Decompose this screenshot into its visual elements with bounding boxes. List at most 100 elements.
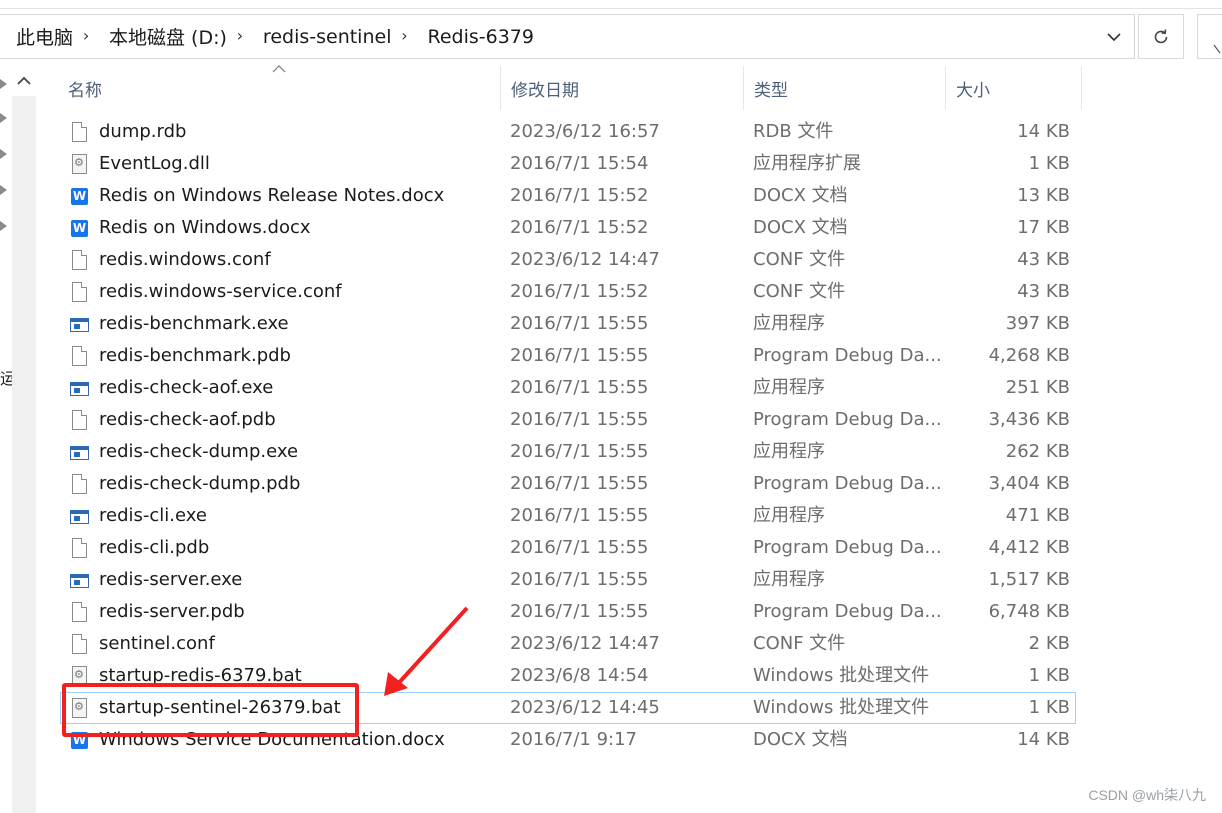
file-row[interactable]: W Redis on Windows.docx 2016/7/1 15:52 DOCX…	[60, 212, 1076, 244]
file-type: Windows 批处理文件	[753, 665, 930, 686]
file-name: redis.windows-service.conf	[99, 281, 342, 302]
file-name: redis-cli.pdb	[99, 537, 210, 558]
file-date: 2016/7/1 15:55	[510, 601, 649, 622]
sort-ascending-icon	[272, 65, 286, 73]
expand-arrow-icon[interactable]	[0, 221, 8, 231]
file-name: Redis on Windows.docx	[99, 217, 311, 238]
file-type: 应用程序	[753, 505, 825, 526]
file-type: CONF 文件	[753, 633, 846, 654]
file-size: 4,412 KB	[988, 537, 1070, 558]
refresh-button[interactable]	[1138, 14, 1184, 59]
file-row[interactable]: redis-server.exe 2016/7/1 15:55 应用程序 1,517 …	[60, 564, 1076, 596]
column-header-date-modified[interactable]: 修改日期	[500, 66, 743, 110]
file-name: redis-benchmark.pdb	[99, 345, 291, 366]
file-date: 2016/7/1 15:52	[510, 185, 649, 206]
file-name: redis.windows.conf	[99, 249, 271, 270]
file-size: 1,517 KB	[988, 569, 1070, 590]
file-icon-glyph	[72, 410, 87, 430]
nav-scroll-up-button[interactable]	[12, 66, 36, 96]
file-type: Windows 批处理文件	[753, 697, 930, 718]
file-date: 2016/7/1 15:55	[510, 441, 649, 462]
file-date: 2016/7/1 15:55	[510, 537, 649, 558]
file-type: RDB 文件	[753, 121, 834, 142]
expand-arrow-icon[interactable]	[0, 149, 8, 159]
file-row[interactable]: redis-check-aof.pdb 2016/7/1 15:55 Program…	[60, 404, 1076, 436]
breadcrumb-item-current[interactable]: Redis-6379	[413, 26, 538, 48]
application-icon	[70, 506, 90, 526]
file-size: 4,268 KB	[988, 345, 1070, 366]
file-icon-glyph	[72, 538, 87, 558]
word-document-icon: W	[70, 186, 90, 206]
file-icon-glyph	[72, 346, 87, 366]
file-size: 43 KB	[1017, 249, 1070, 270]
column-header-type[interactable]: 类型	[743, 66, 945, 110]
file-row[interactable]: EventLog.dll 2016/7/1 15:54 应用程序扩展 1 KB	[60, 148, 1076, 180]
file-row[interactable]: redis-benchmark.pdb 2016/7/1 15:55 Program…	[60, 340, 1076, 372]
application-icon-glyph	[70, 510, 89, 524]
expand-arrow-icon[interactable]	[0, 79, 8, 89]
file-row[interactable]: sentinel.conf 2023/6/12 14:47 CONF 文件 2 KB	[60, 628, 1076, 660]
file-size: 1 KB	[1028, 697, 1070, 718]
file-icon	[70, 538, 90, 558]
file-size: 397 KB	[1005, 313, 1070, 334]
file-icon-glyph	[72, 634, 87, 654]
file-date: 2023/6/12 14:45	[510, 697, 660, 718]
file-date: 2016/7/1 15:55	[510, 473, 649, 494]
file-row[interactable]: redis-check-aof.exe 2016/7/1 15:55 应用程序 251…	[60, 372, 1076, 404]
file-date: 2016/7/1 15:52	[510, 281, 649, 302]
file-date: 2023/6/8 14:54	[510, 665, 649, 686]
file-row[interactable]: redis-benchmark.exe 2016/7/1 15:55 应用程序 397…	[60, 308, 1076, 340]
file-date: 2016/7/1 15:55	[510, 313, 649, 334]
file-type: DOCX 文档	[753, 185, 848, 206]
file-name: EventLog.dll	[99, 153, 210, 174]
file-size: 14 KB	[1017, 729, 1070, 750]
file-type: DOCX 文档	[753, 729, 848, 750]
file-icon	[70, 634, 90, 654]
file-date: 2023/6/12 14:47	[510, 249, 660, 270]
file-icon	[70, 122, 90, 142]
file-size: 471 KB	[1005, 505, 1070, 526]
file-size: 3,436 KB	[988, 409, 1070, 430]
file-size: 17 KB	[1017, 217, 1070, 238]
expand-arrow-icon[interactable]	[0, 113, 8, 123]
file-type: 应用程序	[753, 313, 825, 334]
breadcrumb-item-folder[interactable]: redis-sentinel	[249, 26, 396, 48]
nav-item-label[interactable]: 运	[0, 365, 12, 389]
application-icon-glyph	[70, 446, 89, 460]
application-icon-glyph	[70, 318, 89, 332]
file-row[interactable]: redis-cli.pdb 2016/7/1 15:55 Program Debug…	[60, 532, 1076, 564]
file-size: 251 KB	[1005, 377, 1070, 398]
breadcrumb-item-drive[interactable]: 本地磁盘 (D:)	[95, 23, 231, 50]
file-row[interactable]: redis-server.pdb 2016/7/1 15:55 Program De…	[60, 596, 1076, 628]
breadcrumb-item-this-pc[interactable]: 此电脑	[0, 23, 77, 50]
nav-scrollbar[interactable]	[12, 66, 36, 813]
search-input[interactable]	[1197, 14, 1222, 59]
file-row[interactable]: dump.rdb 2023/6/12 16:57 RDB 文件 14 KB	[60, 116, 1076, 148]
file-name: redis-server.exe	[99, 569, 243, 590]
file-row[interactable]: redis-check-dump.exe 2016/7/1 15:55 应用程序 26…	[60, 436, 1076, 468]
column-header-size[interactable]: 大小	[945, 66, 1082, 110]
address-history-button[interactable]	[1094, 15, 1134, 58]
application-icon	[70, 442, 90, 462]
file-row[interactable]: W Redis on Windows Release Notes.docx 2016…	[60, 180, 1076, 212]
file-row[interactable]: redis-cli.exe 2016/7/1 15:55 应用程序 471 KB	[60, 500, 1076, 532]
file-type: Program Debug Da...	[753, 345, 942, 366]
file-type: DOCX 文档	[753, 217, 848, 238]
file-type: 应用程序	[753, 441, 825, 462]
file-size: 262 KB	[1005, 441, 1070, 462]
file-size: 2 KB	[1028, 633, 1070, 654]
file-name: redis-check-aof.pdb	[99, 409, 276, 430]
application-icon	[70, 314, 90, 334]
file-row[interactable]: redis.windows.conf 2023/6/12 14:47 CONF 文件…	[60, 244, 1076, 276]
annotation-arrow-icon	[384, 606, 469, 696]
chevron-right-icon[interactable]: ›	[77, 26, 95, 45]
watermark: CSDN @wh柒八九	[1088, 787, 1206, 803]
expand-arrow-icon[interactable]	[0, 185, 8, 195]
file-row[interactable]: redis-check-dump.pdb 2016/7/1 15:55 Progra…	[60, 468, 1076, 500]
file-icon	[70, 282, 90, 302]
address-bar[interactable]: 此电脑 › 本地磁盘 (D:) › redis-sentinel › Redis…	[0, 14, 1135, 59]
refresh-icon	[1154, 28, 1168, 43]
chevron-right-icon[interactable]: ›	[395, 26, 413, 45]
chevron-right-icon[interactable]: ›	[231, 26, 249, 45]
file-row[interactable]: redis.windows-service.conf 2016/7/1 15:52…	[60, 276, 1076, 308]
